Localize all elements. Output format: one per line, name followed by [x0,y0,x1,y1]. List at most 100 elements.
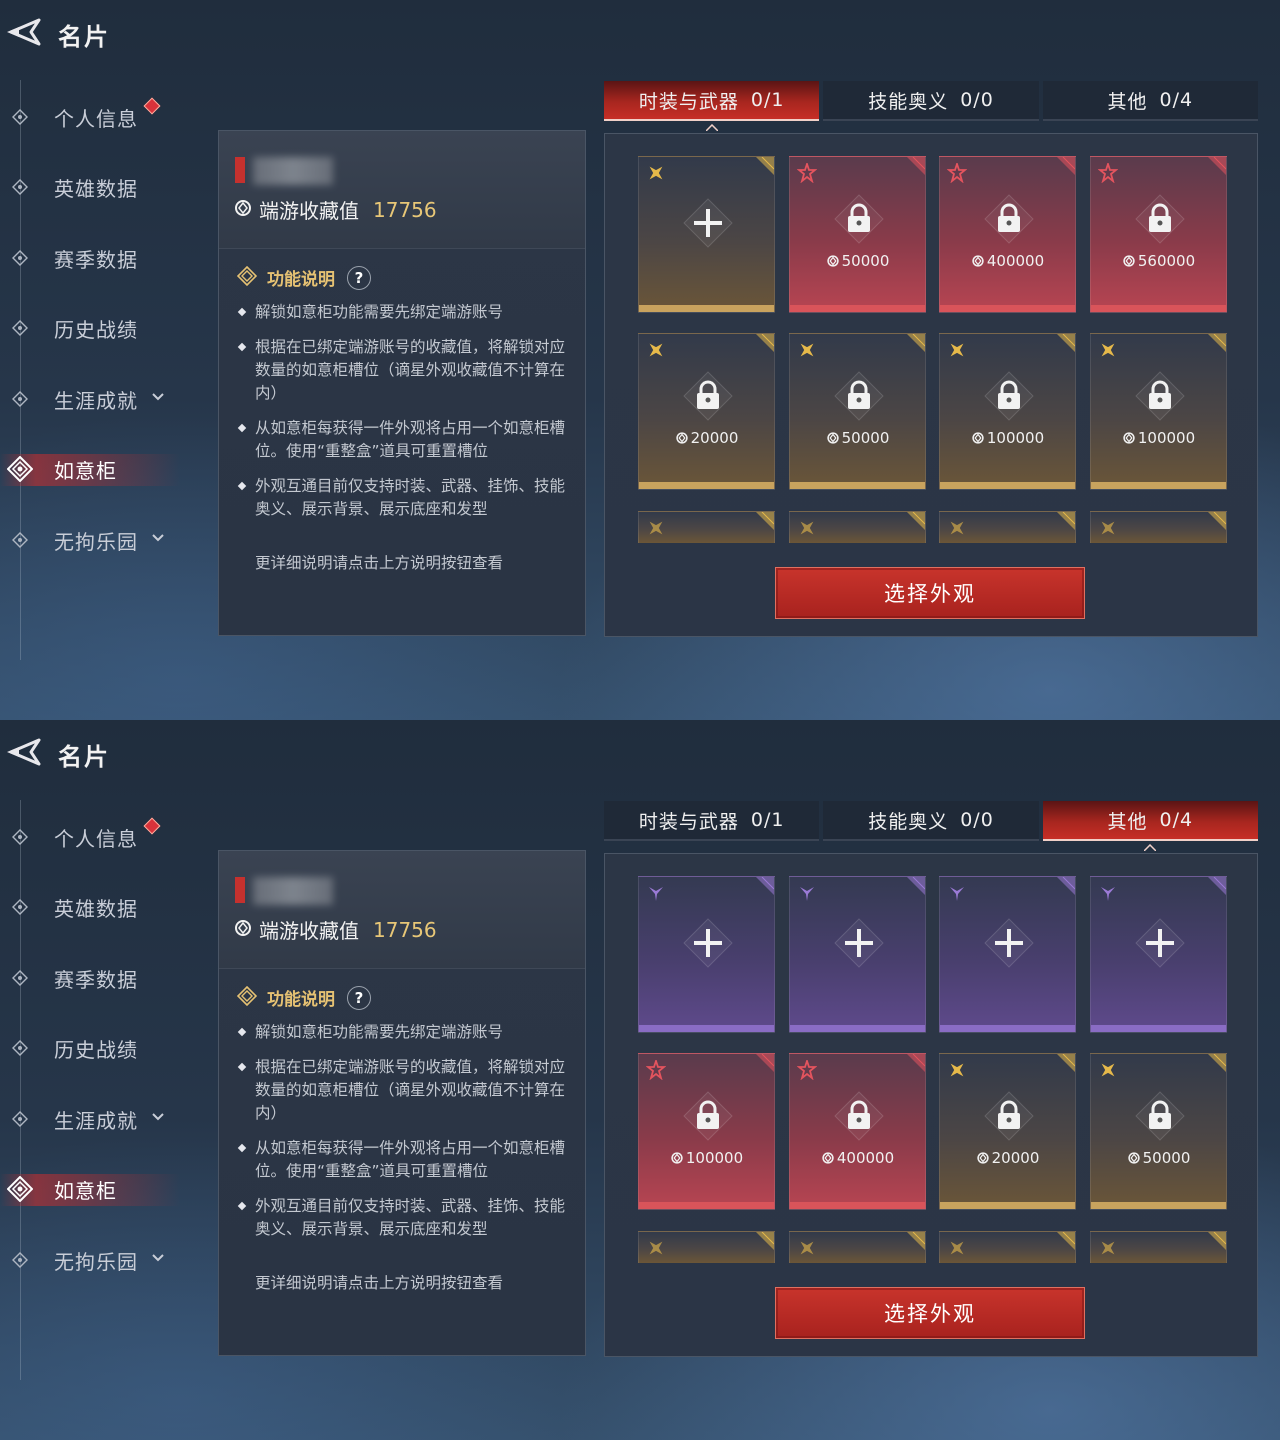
slot-panel: 100000 400000 20000 50000 [604,853,1258,1357]
sidebar-item-5[interactable]: 生涯成就 [0,374,200,424]
help-button[interactable]: ? [347,265,371,290]
help-button[interactable]: ? [347,985,371,1010]
slot-corner-ornament [756,334,774,352]
slot-preview[interactable] [638,1231,775,1263]
plus-icon [682,197,734,249]
locked-slot[interactable]: 100000 [1090,333,1227,490]
notification-dot-icon [143,817,161,835]
tab-2[interactable]: 技能奥义 0/0 [823,801,1039,841]
tab-3[interactable]: 其他 0/4 [1042,81,1258,121]
locked-slot[interactable]: 20000 [638,333,775,490]
chevron-down-icon[interactable] [150,389,166,405]
empty-slot[interactable] [638,156,775,313]
diamond-bullet-icon [12,1040,28,1056]
slot-rarity-bar [1091,1025,1226,1032]
sidebar-item-2[interactable]: 英雄数据 [0,882,200,932]
plus-icon [682,917,734,969]
chevron-down-icon[interactable] [150,530,166,546]
locked-slot[interactable]: 20000 [939,1053,1076,1210]
empty-slot[interactable] [638,876,775,1033]
description-item: 从如意柜每获得一件外观将占用一个如意柜槽位。使用“重整盒”道具可重置槽位 [237,1137,567,1183]
slot-preview[interactable] [1090,1231,1227,1263]
tab-count: 0/4 [1159,89,1194,111]
collection-label: 端游收藏值 [259,919,359,943]
empty-slot[interactable] [1090,876,1227,1033]
page-title: 名片 [58,742,110,771]
tab-caret-icon [705,114,719,132]
back-button[interactable] [2,732,46,776]
slot-corner-ornament [756,157,774,175]
sidebar-item-label: 个人信息 [54,826,138,851]
slot-preview[interactable] [939,1231,1076,1263]
notification-dot-icon [143,97,161,115]
slot-preview[interactable] [789,511,926,543]
sidebar-item-3[interactable]: 赛季数据 [0,953,200,1003]
lock-icon [1134,1090,1186,1142]
sidebar-item-7[interactable]: 无拘乐园 [0,515,200,565]
locked-slot[interactable]: 560000 [1090,156,1227,313]
sidebar-item-7[interactable]: 无拘乐园 [0,1235,200,1285]
sidebar-item-label: 生涯成就 [54,388,138,413]
collection-coin-icon [233,918,253,942]
sidebar-item-1[interactable]: 个人信息 [0,92,200,142]
sidebar-item-5[interactable]: 生涯成就 [0,1094,200,1144]
slot-cost: 100000 [1091,429,1226,447]
locked-slot[interactable]: 400000 [789,1053,926,1210]
sidebar-item-6[interactable]: 如意柜 [0,444,200,494]
collection-coin-icon [826,254,840,268]
empty-slot[interactable] [939,876,1076,1033]
slot-rarity-bar [790,1025,925,1032]
chevron-down-icon[interactable] [150,1250,166,1266]
description-item: 外观互通目前仅支持时装、武器、挂饰、技能奥义、展示背景、展示底座和发型 [237,475,567,521]
rarity-star-icon [1098,340,1118,360]
collection-coin-icon [971,431,985,445]
slot-cost: 50000 [1091,1149,1226,1167]
locked-slot[interactable]: 100000 [638,1053,775,1210]
locked-slot[interactable]: 50000 [789,333,926,490]
locked-slot[interactable]: 100000 [939,333,1076,490]
slot-corner-ornament [1057,157,1075,175]
slot-corner-ornament [1208,1232,1226,1250]
slot-preview[interactable] [789,1231,926,1263]
sidebar-item-6[interactable]: 如意柜 [0,1164,200,1214]
rarity-star-icon [947,883,967,903]
info-card: 端游收藏值 17756 功能说明? 解锁如意柜功能需要先绑定端游账号 根据在已绑定端游账… [218,850,586,1356]
rarity-star-icon [1098,1060,1118,1080]
lock-icon [1134,193,1186,245]
slot-corner-ornament [1208,877,1226,895]
sidebar-item-3[interactable]: 赛季数据 [0,233,200,283]
sidebar-item-1[interactable]: 个人信息 [0,812,200,862]
empty-slot[interactable] [789,876,926,1033]
slot-preview[interactable] [1090,511,1227,543]
back-button[interactable] [2,12,46,56]
sidebar-item-4[interactable]: 历史战绩 [0,303,200,353]
tab-label: 时装与武器 [638,810,739,833]
collection-coin-icon [821,1151,835,1165]
select-appearance-button[interactable]: 选择外观 [775,1287,1085,1339]
slot-preview[interactable] [939,511,1076,543]
tab-count: 0/4 [1159,809,1194,831]
tab-1[interactable]: 时装与武器 0/1 [604,801,820,841]
rarity-star-icon [947,1238,967,1258]
locked-slot[interactable]: 400000 [939,156,1076,313]
slot-rarity-bar [639,1025,774,1032]
collection-coin-icon [1122,254,1136,268]
locked-slot[interactable]: 50000 [1090,1053,1227,1210]
lock-icon [983,193,1035,245]
tab-1[interactable]: 时装与武器 0/1 [604,81,820,132]
slot-corner-ornament [1057,334,1075,352]
sidebar-item-label: 历史战绩 [54,317,138,342]
select-appearance-button[interactable]: 选择外观 [775,567,1085,619]
tab-2[interactable]: 技能奥义 0/0 [823,81,1039,121]
tab-count: 0/0 [960,809,994,831]
slot-corner-ornament [1208,512,1226,530]
slot-rarity-bar [790,1202,925,1209]
locked-slot[interactable]: 50000 [789,156,926,313]
sidebar-item-4[interactable]: 历史战绩 [0,1023,200,1073]
chevron-down-icon[interactable] [150,1109,166,1125]
sidebar-item-2[interactable]: 英雄数据 [0,162,200,212]
slot-preview[interactable] [638,511,775,543]
tab-3[interactable]: 其他 0/4 [1042,801,1258,852]
lock-icon [682,1090,734,1142]
tab-label: 技能奥义 [868,810,949,833]
